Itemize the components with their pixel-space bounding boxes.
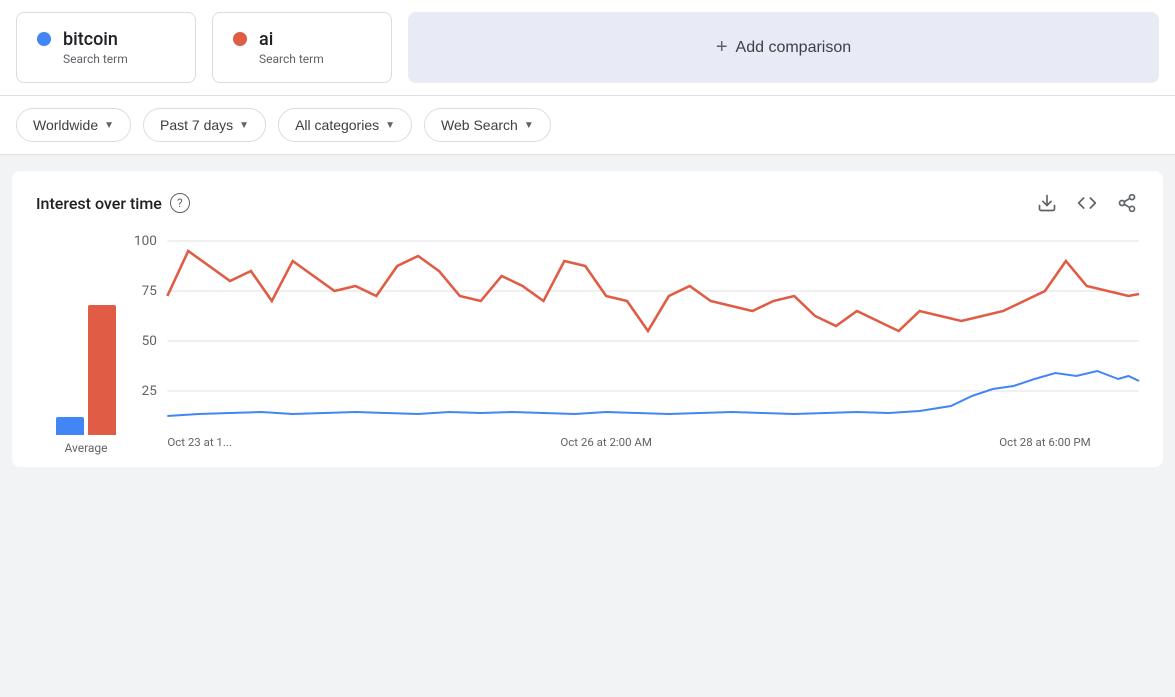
plus-icon: + xyxy=(716,36,728,59)
average-bars: Average xyxy=(36,235,136,455)
region-filter[interactable]: Worldwide ▼ xyxy=(16,108,131,142)
help-icon[interactable]: ? xyxy=(170,193,190,213)
average-label: Average xyxy=(64,441,107,455)
bitcoin-line xyxy=(167,371,1139,416)
svg-text:25: 25 xyxy=(142,384,157,399)
ai-avg-bar xyxy=(88,305,116,435)
search-type-filter[interactable]: Web Search ▼ xyxy=(424,108,551,142)
svg-text:75: 75 xyxy=(142,284,157,299)
bitcoin-name: bitcoin xyxy=(63,29,128,50)
bitcoin-avg-bar xyxy=(56,417,84,435)
category-chevron-icon: ▼ xyxy=(385,120,395,131)
download-icon[interactable] xyxy=(1035,191,1059,215)
category-filter[interactable]: All categories ▼ xyxy=(278,108,412,142)
ai-type: Search term xyxy=(259,52,324,66)
term-card-ai: ai Search term xyxy=(212,12,392,83)
svg-text:Oct 28 at 6:00 PM: Oct 28 at 6:00 PM xyxy=(999,436,1090,449)
time-label: Past 7 days xyxy=(160,117,233,133)
chart-header: Interest over time ? xyxy=(36,191,1139,215)
embed-icon[interactable] xyxy=(1075,191,1099,215)
svg-text:100: 100 xyxy=(134,234,157,249)
time-chevron-icon: ▼ xyxy=(239,120,249,131)
search-type-chevron-icon: ▼ xyxy=(524,120,534,131)
bitcoin-type: Search term xyxy=(63,52,128,66)
line-chart: 100 75 50 25 Oct 23 at 1... Oct 26 at 2:… xyxy=(136,231,1139,455)
ai-name: ai xyxy=(259,29,324,50)
search-type-label: Web Search xyxy=(441,117,518,133)
region-label: Worldwide xyxy=(33,117,98,133)
add-comparison-button[interactable]: + Add comparison xyxy=(408,12,1159,83)
share-icon[interactable] xyxy=(1115,191,1139,215)
time-filter[interactable]: Past 7 days ▼ xyxy=(143,108,266,142)
term-card-bitcoin: bitcoin Search term xyxy=(16,12,196,83)
svg-text:Oct 26 at 2:00 AM: Oct 26 at 2:00 AM xyxy=(560,436,652,449)
top-bar: bitcoin Search term ai Search term + Add… xyxy=(0,0,1175,96)
chart-svg: 100 75 50 25 Oct 23 at 1... Oct 26 at 2:… xyxy=(136,231,1139,451)
filters-bar: Worldwide ▼ Past 7 days ▼ All categories… xyxy=(0,96,1175,155)
chart-title: Interest over time xyxy=(36,194,162,213)
add-comparison-label: Add comparison xyxy=(736,39,852,57)
svg-text:50: 50 xyxy=(142,334,157,349)
ai-dot xyxy=(233,32,247,46)
chart-section: Interest over time ? xyxy=(12,171,1163,467)
category-label: All categories xyxy=(295,117,379,133)
svg-text:Oct 23 at 1...: Oct 23 at 1... xyxy=(167,436,232,449)
bitcoin-dot xyxy=(37,32,51,46)
region-chevron-icon: ▼ xyxy=(104,120,114,131)
